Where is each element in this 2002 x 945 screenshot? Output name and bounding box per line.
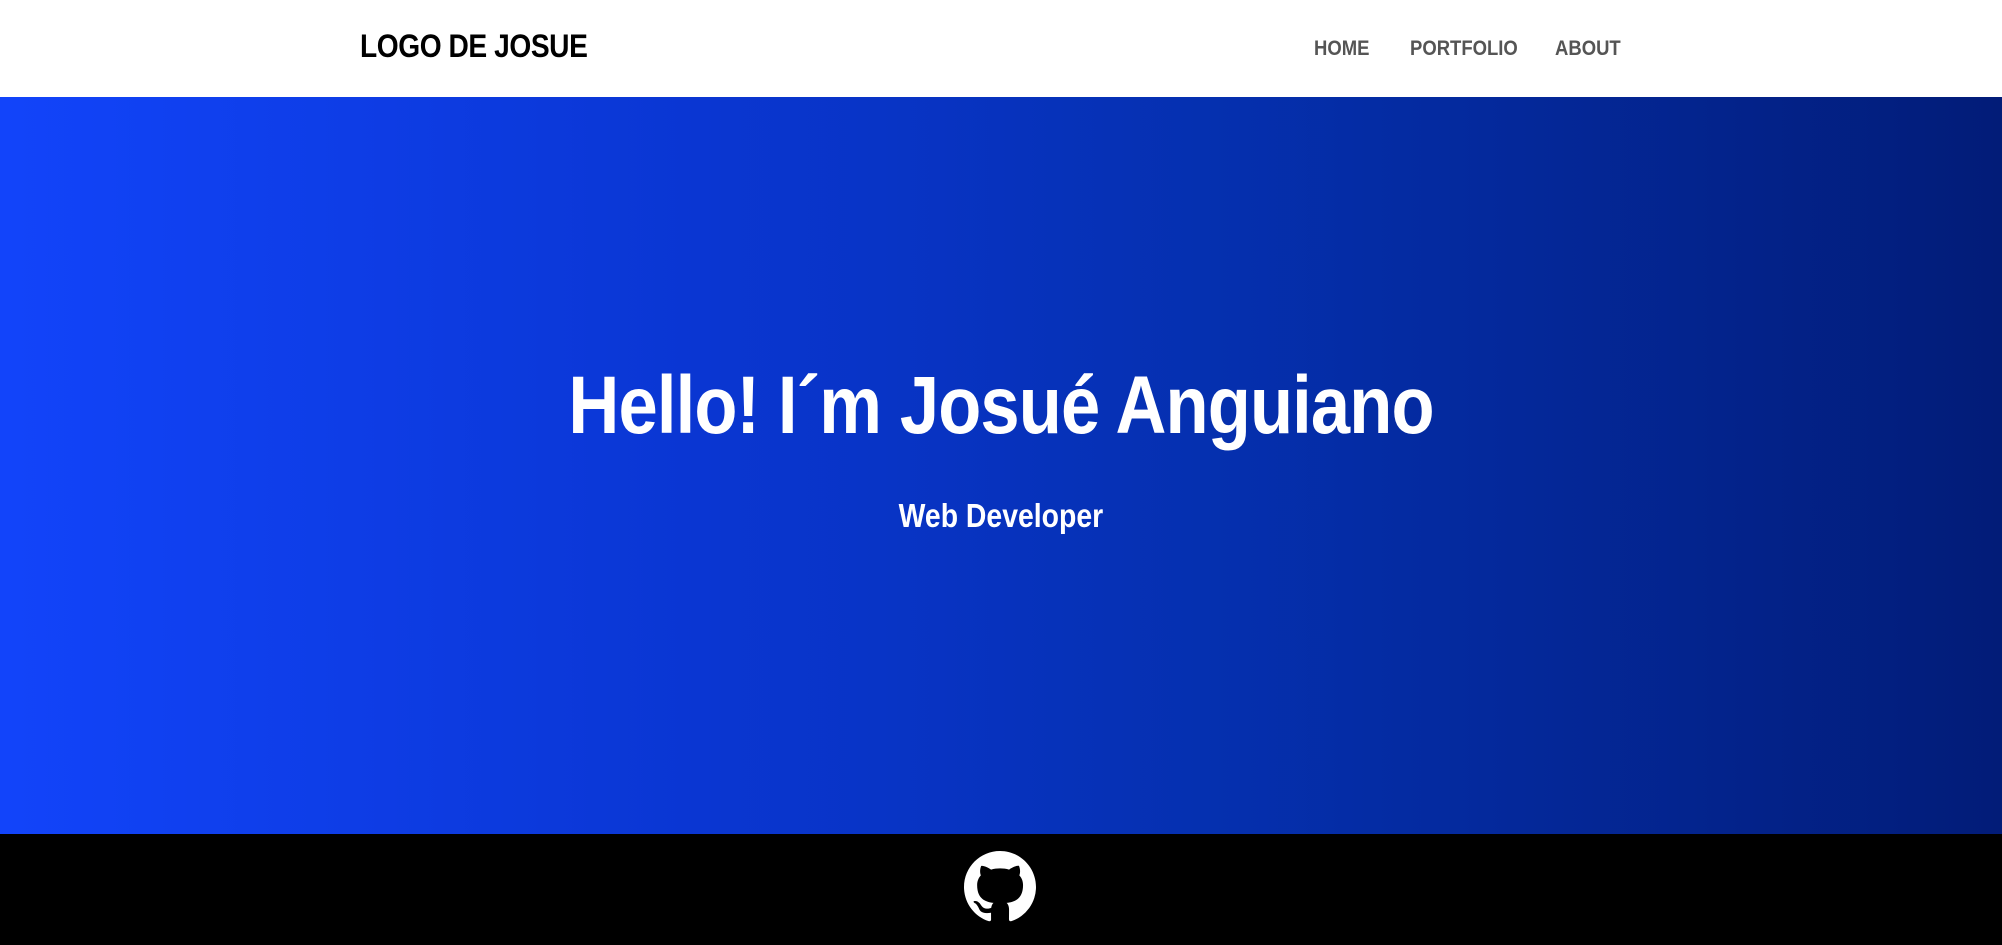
hero-section: Hello! I´m Josué Anguiano Web Developer (0, 97, 2002, 834)
nav-link-portfolio[interactable]: PORTFOLIO (1410, 37, 1518, 61)
hero-title: Hello! I´m Josué Anguiano (0, 359, 2002, 453)
hero-subtitle: Web Developer (0, 497, 2002, 535)
nav-link-home[interactable]: HOME (1314, 37, 1369, 61)
site-footer (0, 834, 2002, 945)
page: LOGO DE JOSUE HOME PORTFOLIO ABOUT Hello… (0, 0, 2002, 945)
site-logo[interactable]: LOGO DE JOSUE (360, 28, 588, 65)
github-icon (964, 851, 1036, 922)
hero-subtitle-text: Web Developer (898, 497, 1104, 534)
hero-title-text: Hello! I´m Josué Anguiano (568, 360, 1434, 451)
github-link[interactable] (964, 851, 1036, 923)
site-header: LOGO DE JOSUE HOME PORTFOLIO ABOUT (0, 0, 2002, 97)
nav-link-about[interactable]: ABOUT (1555, 37, 1621, 61)
